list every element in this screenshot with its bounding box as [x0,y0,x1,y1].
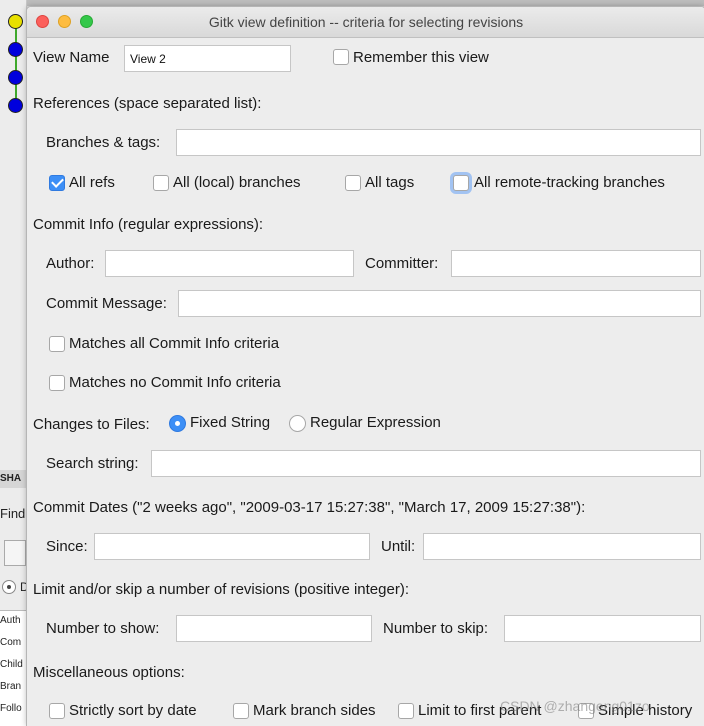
fixed-string-radio[interactable] [169,415,186,432]
changes-to-files-label: Changes to Files: [33,416,150,433]
committer-input[interactable] [451,250,701,277]
all-local-branches-label: All (local) branches [173,174,301,191]
match-all-checkbox[interactable] [49,336,65,352]
fixed-string-label: Fixed String [190,414,271,431]
all-remote-branches-label: All remote-tracking branches [474,174,665,191]
view-name-label: View Name [33,49,110,66]
background-gitk-window: SHA Find D Auth Com Child Bran Follo [0,0,29,726]
sha-label: SHA [0,470,26,488]
view-name-input[interactable] [124,45,291,72]
commit-node[interactable] [8,42,23,57]
number-to-show-input[interactable] [176,615,372,642]
committer-label: Committer: [365,255,439,272]
all-refs-label: All refs [69,174,115,191]
number-to-show-label: Number to show: [46,620,160,637]
first-parent-checkbox[interactable] [398,703,414,719]
regular-expression-radio[interactable] [289,415,306,432]
commit-graph-line [15,20,17,110]
match-none-checkbox[interactable] [49,375,65,391]
until-input[interactable] [423,533,701,560]
limit-heading: Limit and/or skip a number of revisions … [33,581,409,598]
search-string-input[interactable] [151,450,701,477]
remember-view-label: Remember this view [353,49,489,66]
all-refs-checkbox[interactable] [49,175,65,191]
commit-node[interactable] [8,98,23,113]
titlebar[interactable]: Gitk view definition -- criteria for sel… [27,7,704,38]
find-label: Find [0,506,26,521]
mark-branch-sides-checkbox[interactable] [233,703,249,719]
branches-tags-input[interactable] [176,129,701,156]
strict-sort-label: Strictly sort by date [69,702,197,719]
since-input[interactable] [94,533,370,560]
match-all-label: Matches all Commit Info criteria [69,335,280,352]
find-radio[interactable] [2,580,16,594]
regular-expression-label: Regular Expression [310,414,441,431]
author-label: Author: [46,255,95,272]
all-tags-checkbox[interactable] [345,175,361,191]
author-input[interactable] [105,250,354,277]
find-input[interactable] [4,540,26,566]
commit-node[interactable] [8,70,23,85]
info-label: Follo [0,703,22,714]
mark-branch-sides-label: Mark branch sides [253,702,376,719]
since-label: Since: [46,538,88,555]
commit-info-pane: Auth Com Child Bran Follo [0,610,26,726]
all-tags-label: All tags [365,174,415,191]
all-local-branches-checkbox[interactable] [153,175,169,191]
info-label: Child [0,659,23,670]
window-title: Gitk view definition -- criteria for sel… [208,14,524,30]
references-heading: References (space separated list): [33,95,262,112]
commit-message-label: Commit Message: [46,295,167,312]
number-to-skip-label: Number to skip: [383,620,489,637]
commit-dates-heading: Commit Dates ("2 weeks ago", "2009-03-17… [33,499,586,516]
watermark: CSDN @zhangeng01zo [500,698,650,714]
commit-message-input[interactable] [178,290,701,317]
search-string-label: Search string: [46,455,139,472]
remember-view-checkbox[interactable] [333,49,349,65]
strict-sort-checkbox[interactable] [49,703,65,719]
match-none-label: Matches no Commit Info criteria [69,374,281,391]
view-definition-dialog: Gitk view definition -- criteria for sel… [26,6,704,726]
misc-options-heading: Miscellaneous options: [33,664,185,681]
number-to-skip-input[interactable] [504,615,701,642]
commit-node-head[interactable] [8,14,23,29]
info-label: Bran [0,681,22,692]
branches-tags-label: Branches & tags: [46,134,161,151]
all-remote-branches-checkbox[interactable] [453,175,469,191]
info-label: Com [0,637,22,648]
commit-info-heading: Commit Info (regular expressions): [33,216,264,233]
until-label: Until: [381,538,416,555]
info-label: Auth [0,615,21,626]
